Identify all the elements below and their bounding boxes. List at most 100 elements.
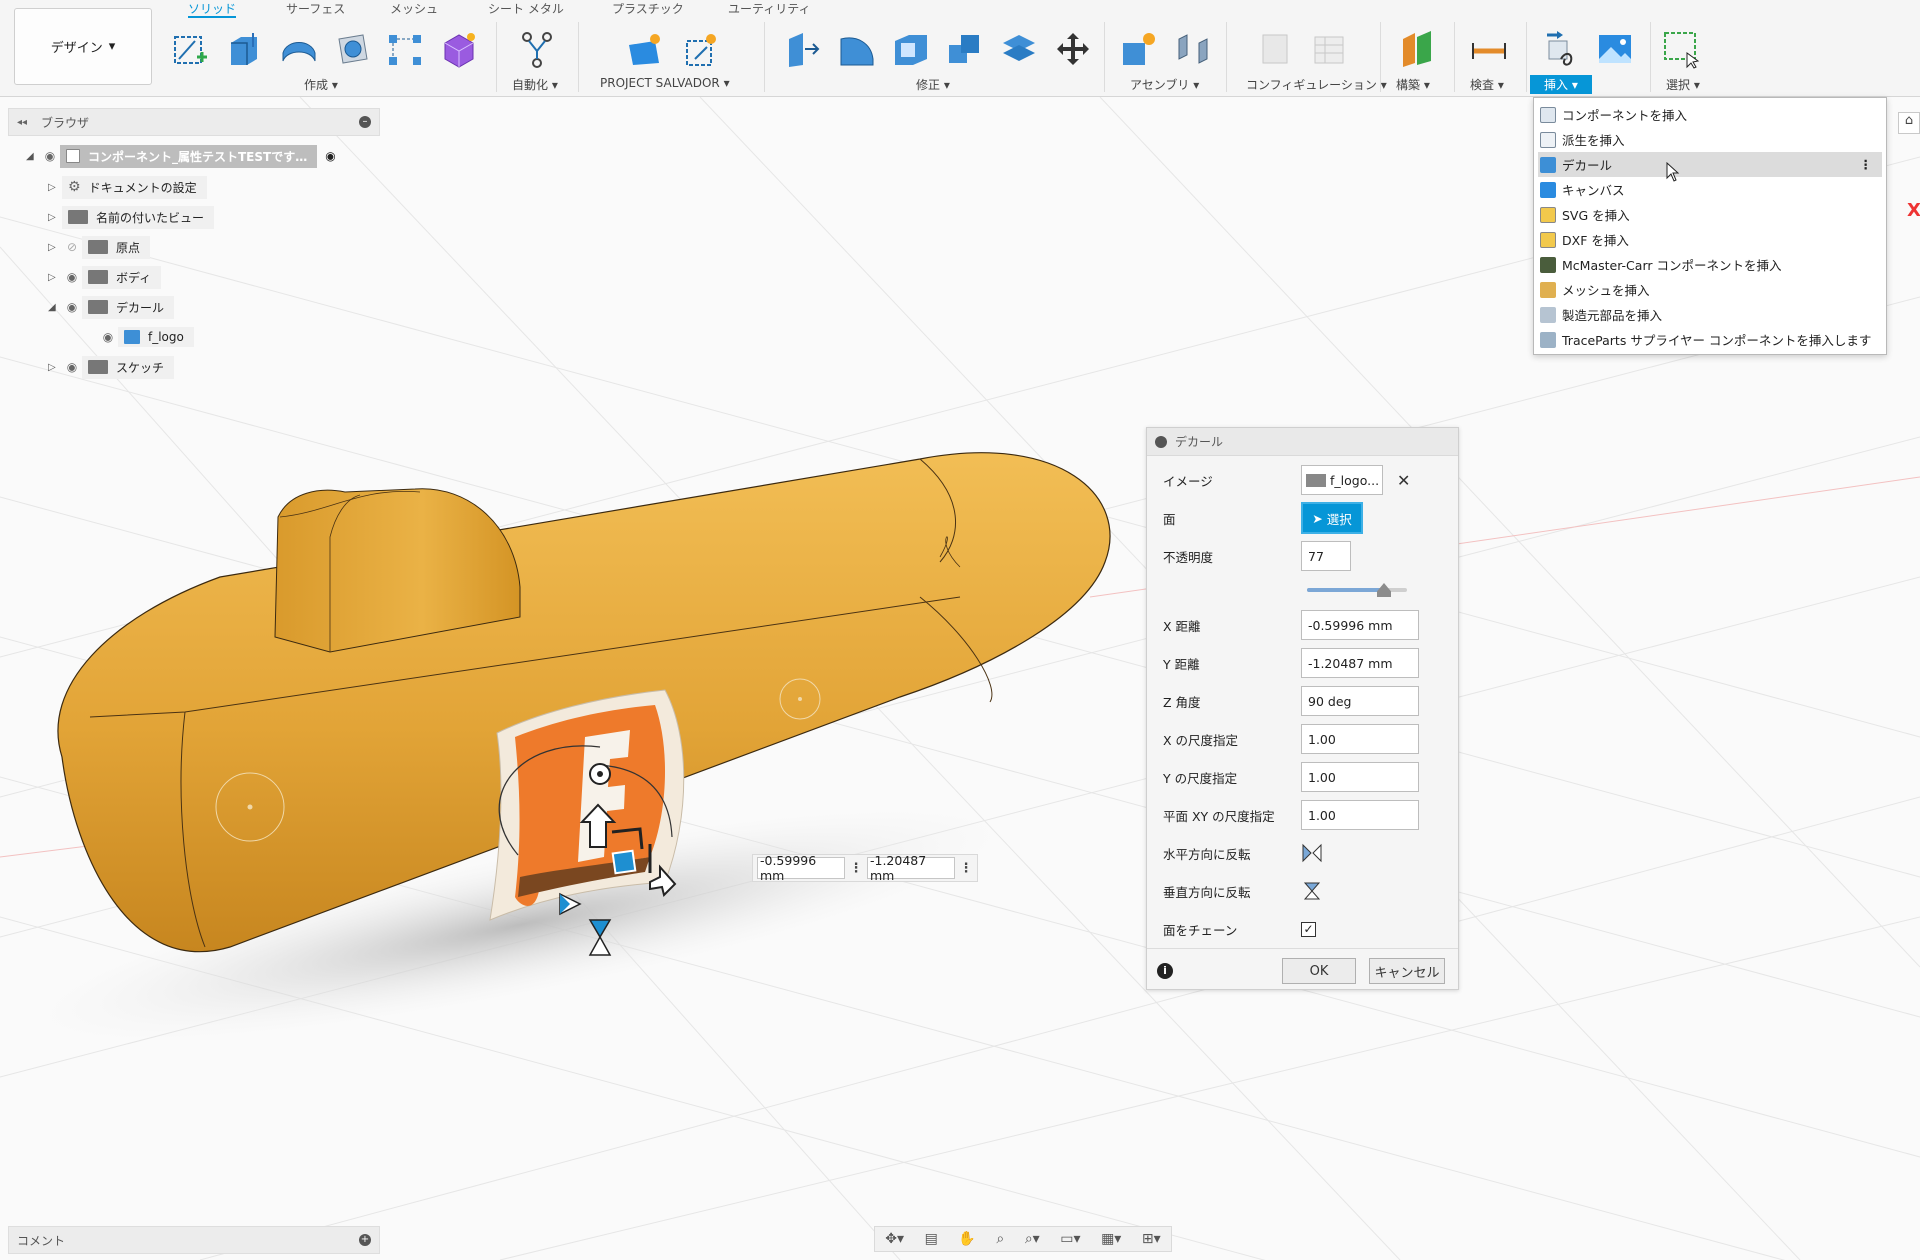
tree-item-f-logo[interactable]: ◉ f_logo [98,325,194,349]
coord-y-input[interactable]: -1.20487 mm [867,853,955,883]
look-at-icon[interactable]: ▤ [925,1231,938,1247]
viewports-icon[interactable]: ⊞▾ [1142,1231,1161,1247]
tab-mesh[interactable]: メッシュ [390,0,438,18]
shell-icon[interactable] [890,28,932,70]
menu-insert-svg[interactable]: SVG を挿入 [1534,202,1886,227]
group-select[interactable]: 選択 ▾ [1666,76,1700,93]
hole-icon[interactable] [332,28,374,70]
menu-insert-mesh[interactable]: メッシュを挿入 [1534,277,1886,302]
grid-settings-icon[interactable]: ▦▾ [1101,1231,1121,1247]
fillet-icon[interactable] [836,28,878,70]
zoom-icon[interactable]: ⌕ [996,1231,1004,1247]
press-pull-icon[interactable] [782,28,824,70]
tree-item-sketches[interactable]: ▷ ◉ スケッチ [48,355,175,379]
face-select-button[interactable]: ➤ 選択 [1301,502,1363,534]
eye-icon[interactable]: ◉ [62,270,82,284]
flip-vertical-icon[interactable] [1301,881,1323,901]
opacity-slider[interactable] [1307,583,1407,597]
collapse-icon[interactable]: ◂◂ [17,117,27,128]
comments-panel[interactable]: コメント + [8,1226,380,1254]
x-scale-input[interactable]: 1.00 [1301,724,1419,754]
tree-root[interactable]: ◢ ◉ コンポーネント_属性テストTESTです… ◉ [26,144,336,168]
construct-plane-icon[interactable] [1396,28,1438,70]
tab-sheet-metal[interactable]: シート メタル [488,0,564,18]
eye-icon[interactable]: ◉ [62,300,82,314]
group-automate[interactable]: 自動化 ▾ [512,76,558,93]
tree-item-decals[interactable]: ◢ ◉ デカール [48,295,175,319]
collapsed-triangle-icon[interactable]: ▷ [48,272,62,283]
project-salvador-icon-2[interactable] [680,28,722,70]
group-configure[interactable]: コンフィギュレーション ▾ [1246,76,1387,93]
joint-icon[interactable] [1172,28,1214,70]
group-insert[interactable]: 挿入 ▾ [1530,75,1592,94]
y-distance-input[interactable]: -1.20487 mm [1301,648,1419,678]
eye-icon[interactable]: ◉ [98,330,118,344]
activate-radio-icon[interactable]: ◉ [325,149,335,163]
orbit-icon[interactable]: ✥▾ [885,1231,904,1247]
tree-item-bodies[interactable]: ▷ ◉ ボディ [48,265,162,289]
more-options-icon[interactable]: ⋮ [1860,157,1873,172]
menu-insert-manufacturer-part[interactable]: 製造元部品を挿入 [1534,302,1886,327]
expanded-triangle-icon[interactable]: ◢ [48,302,62,313]
zoom-window-icon[interactable]: ⌕▾ [1025,1231,1040,1247]
coord-x-input[interactable]: -0.59996 mm [757,853,845,883]
x-distance-input[interactable]: -0.59996 mm [1301,610,1419,640]
tab-surface[interactable]: サーフェス [286,0,345,18]
insert-image-icon[interactable] [1594,28,1636,70]
measure-icon[interactable] [1468,28,1510,70]
group-project[interactable]: PROJECT SALVADOR ▾ [600,76,730,90]
extrude-icon[interactable] [222,28,264,70]
expand-comments-icon[interactable]: + [359,1234,371,1246]
tree-item-document-settings[interactable]: ▷ ⚙ ドキュメントの設定 [48,175,207,199]
tab-plastic[interactable]: プラスチック [612,0,684,18]
tab-utilities[interactable]: ユーティリティ [728,0,811,18]
new-component-icon[interactable] [1118,28,1160,70]
collapsed-triangle-icon[interactable]: ▷ [48,242,62,253]
pattern-icon[interactable] [384,28,426,70]
workspace-switcher[interactable]: デザイン ▾ [14,8,152,85]
menu-insert-derive[interactable]: 派生を挿入 [1534,127,1886,152]
create-sketch-icon[interactable] [168,28,210,70]
group-assemble[interactable]: アセンブリ ▾ [1130,76,1199,93]
flip-horizontal-icon[interactable] [1301,843,1323,863]
ok-button[interactable]: OK [1282,958,1356,984]
menu-insert-traceparts[interactable]: TraceParts サプライヤー コンポーネントを挿入します [1534,327,1886,352]
opacity-input[interactable]: 77 [1301,541,1351,571]
menu-insert-decal[interactable]: デカール ⋮ [1538,152,1882,182]
eye-hidden-icon[interactable]: ⊘ [62,240,82,254]
minimize-icon[interactable]: – [359,116,371,128]
group-inspect[interactable]: 検査 ▾ [1470,76,1504,93]
group-modify[interactable]: 修正 ▾ [916,76,950,93]
cancel-button[interactable]: キャンセル [1369,958,1445,984]
menu-insert-mcmaster[interactable]: McMaster-Carr コンポーネントを挿入 [1534,252,1886,277]
expanded-triangle-icon[interactable]: ◢ [26,151,40,162]
select-window-icon[interactable] [1660,28,1702,70]
pan-icon[interactable]: ✋ [958,1231,975,1247]
chain-faces-checkbox[interactable]: ✓ [1301,921,1316,937]
clear-image-icon[interactable]: ✕ [1397,471,1410,490]
eye-icon[interactable]: ◉ [40,149,60,163]
automate-icon[interactable] [516,28,558,70]
y-scale-input[interactable]: 1.00 [1301,762,1419,792]
move-center-handle[interactable] [611,849,637,875]
menu-insert-dxf[interactable]: DXF を挿入 [1534,227,1886,252]
offset-face-icon[interactable] [998,28,1040,70]
insert-derive-icon[interactable] [1540,28,1582,70]
collapse-dialog-icon[interactable] [1155,435,1167,448]
view-home-icon[interactable]: ⌂ [1898,112,1920,134]
z-angle-input[interactable]: 90 deg [1301,686,1419,716]
form-icon[interactable] [438,28,480,70]
dialog-header[interactable]: デカール [1147,428,1458,456]
menu-insert-component[interactable]: コンポーネントを挿入 [1534,102,1886,127]
image-select-button[interactable]: f_logo... [1301,465,1383,495]
eye-icon[interactable]: ◉ [62,360,82,374]
info-icon[interactable]: i [1157,963,1173,979]
tree-item-named-views[interactable]: ▷ 名前の付いたビュー [48,205,215,229]
tree-item-origin[interactable]: ▷ ⊘ 原点 [48,235,151,259]
move-copy-icon[interactable] [1052,28,1094,70]
tab-solid[interactable]: ソリッド [188,0,237,18]
group-construct[interactable]: 構築 ▾ [1396,76,1430,93]
menu-insert-canvas[interactable]: キャンバス [1534,177,1886,202]
slider-thumb[interactable] [1377,583,1391,597]
coord-x-menu-icon[interactable]: ⋮ [849,861,863,876]
